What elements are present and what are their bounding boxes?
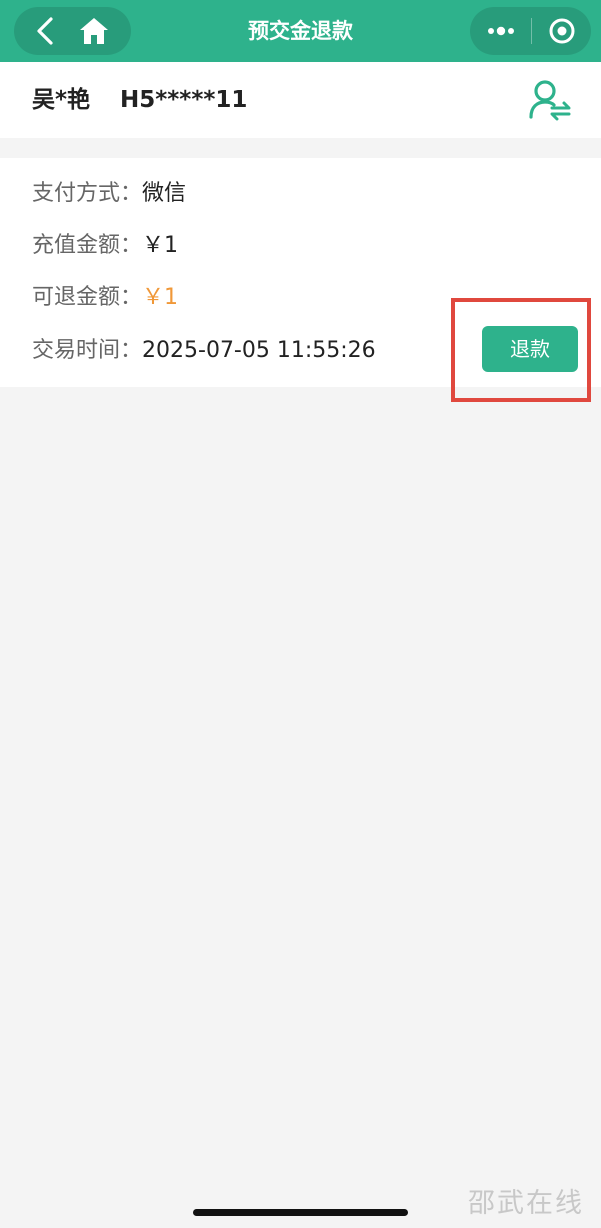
refundable-amount-row: 可退金额：￥1 [32,282,178,314]
trade-time-row: 交易时间：2025-07-05 11:55:26 [32,335,376,367]
recharge-amount-value: ￥1 [142,233,179,258]
target-close-icon[interactable] [546,15,578,47]
patient-bar: 吴*艳 H5*****11 [0,62,601,138]
watermark: 邵武在线 [468,1188,584,1219]
payment-method-value: 微信 [142,181,187,206]
refundable-amount-label: 可退金额： [32,285,143,310]
trade-time-label: 交易时间： [32,338,143,363]
patient-name: 吴*艳 [32,87,91,113]
switch-patient-icon[interactable] [528,79,572,121]
capsule-divider [531,18,532,44]
trade-time-value: 2025-07-05 11:55:26 [142,338,376,363]
patient-id: H5*****11 [120,87,248,113]
payment-method-label: 支付方式： [32,181,143,206]
more-dots-icon[interactable] [485,17,517,45]
highlight-annotation-box [451,298,591,402]
payment-method-row: 支付方式：微信 [32,178,186,210]
home-indicator[interactable] [193,1209,408,1216]
refundable-amount-value: ￥1 [142,285,179,310]
recharge-amount-row: 充值金额：￥1 [32,230,178,262]
recharge-amount-label: 充值金额： [32,233,143,258]
navigation-bar: 预交金退款 [0,0,601,62]
